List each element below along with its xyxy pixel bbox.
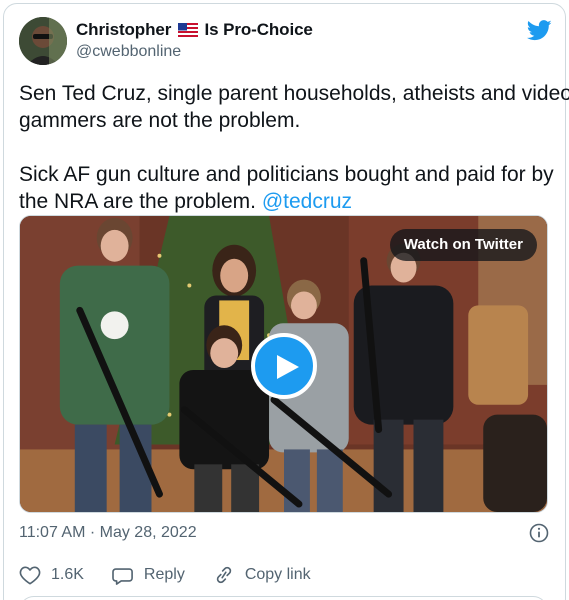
watch-on-twitter-button[interactable]: Watch on Twitter: [389, 229, 537, 261]
tweet-line: Sen Ted Cruz, single parent households, …: [19, 82, 569, 105]
author-name: Christopher: [76, 20, 172, 39]
tweet-line: the NRA are the problem.: [19, 190, 256, 213]
copy-link-button[interactable]: Copy link: [213, 565, 311, 585]
copy-link-label: Copy link: [244, 566, 311, 583]
play-icon: [277, 355, 299, 379]
tweet-line: Sick AF gun culture and politicians boug…: [19, 163, 554, 186]
us-flag-icon: [177, 22, 198, 42]
read-replies-button[interactable]: [19, 596, 548, 600]
tweet-actions: 1.6K Reply Copy link: [19, 563, 339, 587]
link-icon: [216, 566, 232, 584]
tweet-line-with-mention: the NRA are the problem. @tedcruz: [19, 188, 559, 215]
author-name-suffix: Is Pro-Choice: [204, 20, 313, 39]
author-display-name[interactable]: Christopher Is Pro-Choice: [76, 20, 313, 42]
reply-button[interactable]: Reply: [112, 565, 185, 585]
reply-icon: [112, 568, 133, 585]
tweet-text: Sen Ted Cruz, single parent households, …: [19, 80, 569, 215]
heart-icon: [19, 566, 41, 585]
tweet-line: gammers are not the problem.: [19, 109, 301, 132]
author-handle[interactable]: @cwebbonline: [76, 43, 181, 61]
mention-link[interactable]: @tedcruz: [262, 190, 352, 213]
tweet-timestamp[interactable]: 11:07 AM · May 28, 2022: [19, 524, 197, 542]
video-player[interactable]: Watch on Twitter: [19, 215, 548, 513]
reply-label: Reply: [143, 566, 185, 583]
like-count: 1.6K: [51, 566, 84, 583]
info-icon[interactable]: [529, 523, 549, 543]
avatar[interactable]: [19, 17, 67, 65]
like-button[interactable]: 1.6K: [19, 565, 84, 585]
play-button[interactable]: [251, 333, 317, 399]
twitter-bird-icon[interactable]: [526, 20, 552, 41]
